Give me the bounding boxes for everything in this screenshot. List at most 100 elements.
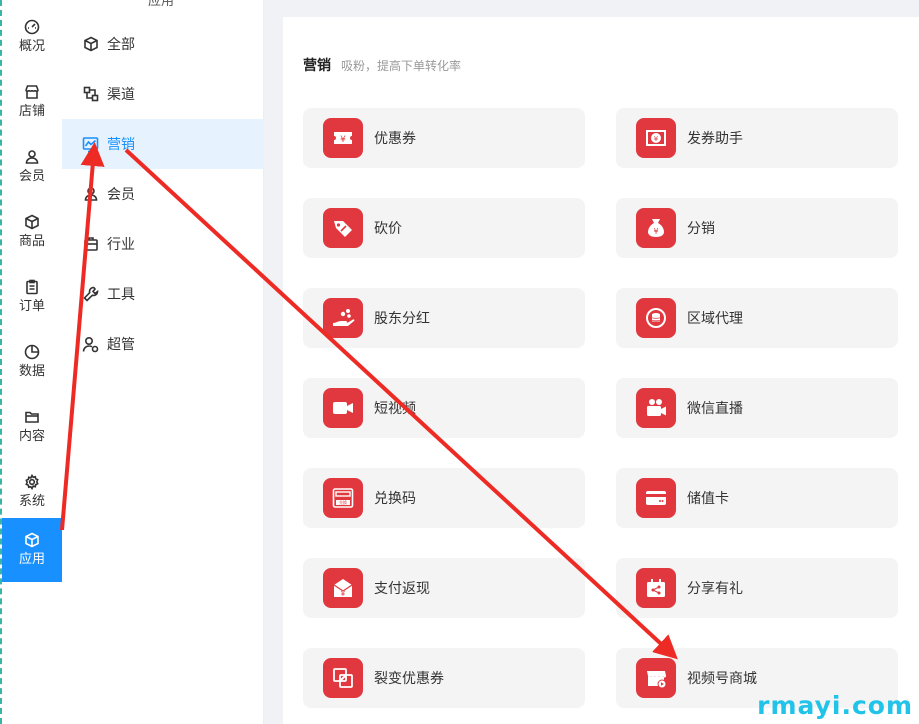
video-camera-icon (323, 388, 363, 428)
section-header: 营销 吸粉，提高下单转化率 (303, 55, 461, 75)
wrench-icon (82, 286, 99, 303)
app-card-stored-value-card[interactable]: 储值卡 (616, 468, 898, 528)
primary-nav: 概况 店铺 会员 商品 订单 数据 内容 系统 应用 (0, 0, 62, 724)
nav-item-data[interactable]: 数据 (2, 331, 62, 393)
submenu-item-label: 行业 (107, 237, 135, 253)
nav-item-member[interactable]: 会员 (2, 136, 62, 198)
submenu-item-member[interactable]: 会员 (62, 169, 264, 219)
svg-text:¥: ¥ (341, 590, 346, 598)
app-card-label: 分销 (687, 221, 715, 237)
video-shop-icon (636, 658, 676, 698)
app-card-label: 优惠券 (374, 131, 416, 147)
submenu-item-label: 超管 (107, 337, 135, 353)
app-card-label: 区域代理 (687, 311, 743, 327)
app-card-label: 兑换码 (374, 491, 416, 507)
folder-icon (24, 409, 40, 425)
app-card-short-video[interactable]: 短视频 (303, 378, 585, 438)
cube-icon (82, 36, 99, 53)
nav-item-label: 会员 (18, 169, 45, 184)
section-subtitle: 吸粉，提高下单转化率 (341, 59, 462, 73)
app-card-label: 微信直播 (687, 401, 743, 417)
submenu-item-label: 工具 (107, 287, 135, 303)
app-card-payment-cashback[interactable]: ¥ 支付返现 (303, 558, 585, 618)
coupon-icon: ¥ (323, 118, 363, 158)
submenu-item-marketing[interactable]: 营销 (62, 119, 264, 169)
svg-text:¥: ¥ (340, 135, 346, 145)
nav-item-content[interactable]: 内容 (2, 396, 62, 458)
nav-item-apps[interactable]: 应用 (2, 518, 62, 582)
redeem-badge-text: 兑换 (339, 499, 347, 505)
app-card-label: 砍价 (374, 221, 402, 237)
nav-item-label: 应用 (18, 552, 45, 567)
app-card-distribution[interactable]: ¥ 分销 (616, 198, 898, 258)
app-card-label: 储值卡 (687, 491, 729, 507)
box-icon (24, 214, 40, 230)
bargain-icon (323, 208, 363, 248)
admin-icon (82, 336, 99, 353)
submenu-item-all[interactable]: 全部 (62, 19, 264, 69)
redeem-code-icon: 兑换 (323, 478, 363, 518)
app-card-label: 发券助手 (687, 131, 743, 147)
cube-icon (24, 532, 40, 548)
user-icon (24, 149, 40, 165)
money-bag-icon: ¥ (636, 208, 676, 248)
submenu-item-tools[interactable]: 工具 (62, 269, 264, 319)
app-card-label: 裂变优惠券 (374, 671, 444, 687)
section-title: 营销 (303, 58, 331, 74)
submenu-item-channel[interactable]: 渠道 (62, 69, 264, 119)
svg-text:¥: ¥ (653, 227, 658, 236)
cashback-icon: ¥ (323, 568, 363, 608)
nav-item-system[interactable]: 系统 (2, 461, 62, 523)
nav-item-goods[interactable]: 商品 (2, 201, 62, 263)
nav-item-store[interactable]: 店铺 (2, 71, 62, 133)
app-card-label: 支付返现 (374, 581, 430, 597)
dashboard-icon (24, 19, 40, 35)
dividend-icon (323, 298, 363, 338)
app-card-region-agent[interactable]: 区域代理 (616, 288, 898, 348)
secondary-nav: 应用 全部 渠道 营销 会员 行业 工具 超管 (62, 0, 264, 724)
submenu-item-label: 营销 (107, 137, 135, 153)
nav-item-label: 商品 (18, 234, 45, 249)
app-card-redeem-code[interactable]: 兑换 兑换码 (303, 468, 585, 528)
nav-item-label: 店铺 (18, 104, 45, 119)
store-icon (24, 84, 40, 100)
live-stream-icon (636, 388, 676, 428)
industry-icon (82, 236, 99, 253)
app-card-shareholder-dividend[interactable]: 股东分红 (303, 288, 585, 348)
nav-item-label: 数据 (18, 364, 45, 379)
nav-item-label: 订单 (18, 299, 45, 314)
app-card-fission-coupon[interactable]: 裂变优惠券 (303, 648, 585, 708)
app-card-bargain[interactable]: 砍价 (303, 198, 585, 258)
app-card-wechat-live[interactable]: 微信直播 (616, 378, 898, 438)
nav-item-overview[interactable]: 概况 (2, 6, 62, 68)
gear-icon (24, 474, 40, 490)
app-card-label: 短视频 (374, 401, 416, 417)
stored-value-card-icon (636, 478, 676, 518)
nav-item-label: 概况 (18, 39, 45, 54)
app-card-coupon[interactable]: ¥ 优惠券 (303, 108, 585, 168)
watermark: rmayi.com (757, 691, 913, 720)
channel-icon (82, 86, 99, 103)
app-card-coupon-assistant[interactable]: ¥ 发券助手 (616, 108, 898, 168)
content-panel: 营销 吸粉，提高下单转化率 ¥ 优惠券 ¥ 发券助手 砍价 ¥ 分销 股东分红 … (283, 17, 919, 724)
region-agent-icon (636, 298, 676, 338)
submenu-item-label: 会员 (107, 187, 135, 203)
fission-coupon-icon (323, 658, 363, 698)
marketing-chart-icon (82, 136, 99, 153)
app-card-label: 分享有礼 (687, 581, 743, 597)
submenu-item-label: 渠道 (107, 87, 135, 103)
submenu-item-label: 全部 (107, 37, 135, 53)
share-gift-icon (636, 568, 676, 608)
user-icon (82, 186, 99, 203)
nav-item-label: 内容 (18, 429, 45, 444)
submenu-title: 应用 (148, 0, 175, 9)
nav-item-order[interactable]: 订单 (2, 266, 62, 328)
app-card-share-gift[interactable]: 分享有礼 (616, 558, 898, 618)
pie-icon (24, 344, 40, 360)
coupon-assistant-icon: ¥ (636, 118, 676, 158)
submenu-item-industry[interactable]: 行业 (62, 219, 264, 269)
app-card-label: 视频号商城 (687, 671, 757, 687)
clipboard-icon (24, 279, 40, 295)
svg-text:¥: ¥ (654, 135, 659, 143)
submenu-item-super-admin[interactable]: 超管 (62, 319, 264, 369)
